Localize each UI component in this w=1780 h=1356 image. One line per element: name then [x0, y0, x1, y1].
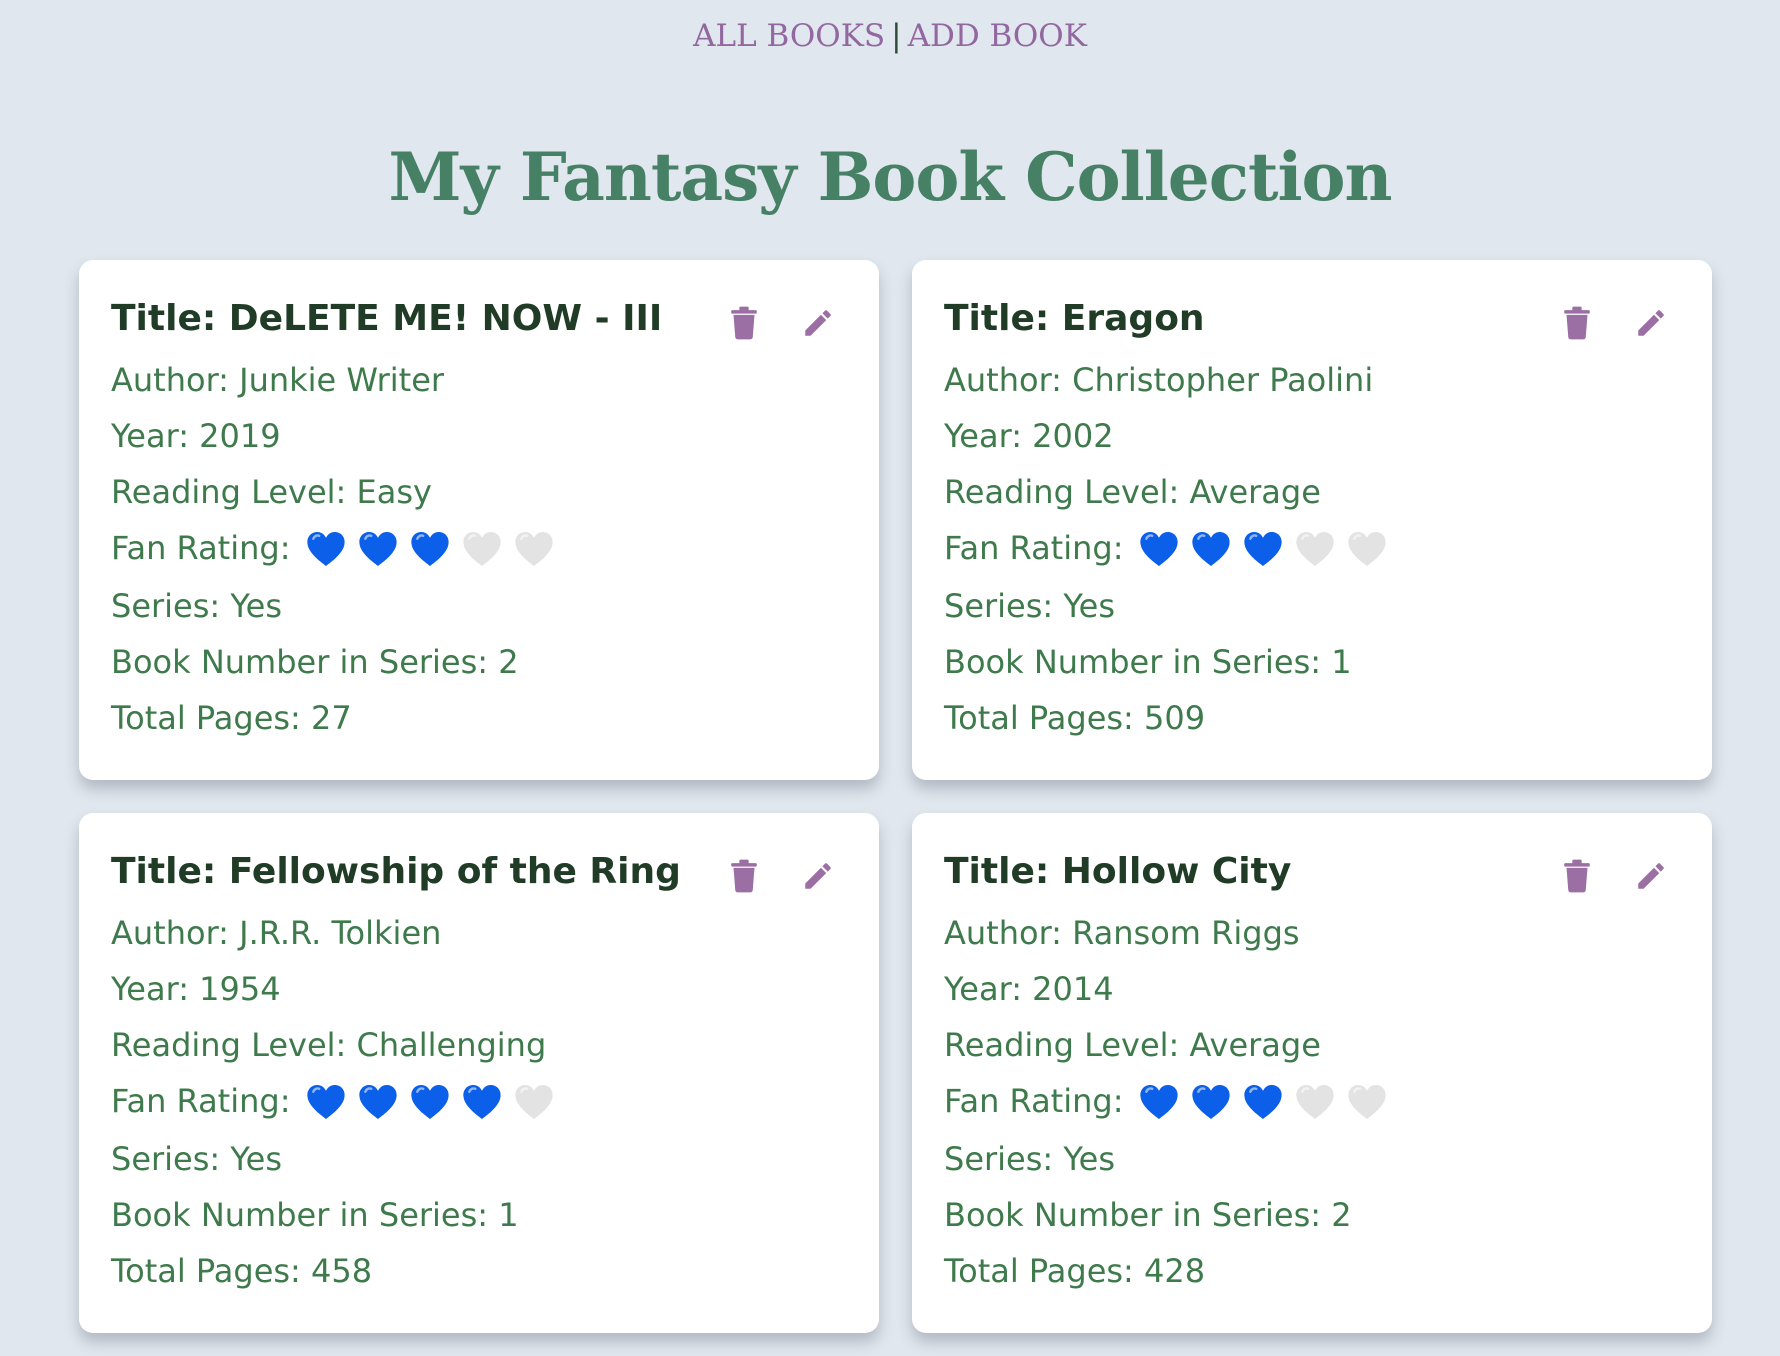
trash-icon — [731, 306, 757, 340]
book-reading-level: Reading Level: Average — [944, 1026, 1321, 1064]
blue-heart-icon — [307, 531, 345, 567]
fan-rating-label: Fan Rating: — [944, 1082, 1124, 1120]
card-actions — [1560, 857, 1668, 895]
add-book-link[interactable]: ADD BOOK — [908, 18, 1087, 54]
blue-heart-icon — [1192, 531, 1230, 567]
trash-icon — [1564, 859, 1590, 893]
blue-heart-icon — [1192, 1084, 1230, 1120]
delete-button[interactable] — [727, 857, 761, 895]
blue-heart-icon — [359, 1084, 397, 1120]
book-fan-rating: Fan Rating: — [111, 1073, 847, 1131]
top-nav: ALL BOOKS | ADD BOOK — [0, 18, 1780, 54]
book-author: Author: J.R.R. Tolkien — [111, 914, 442, 952]
delete-button[interactable] — [1560, 857, 1594, 895]
page-title: My Fantasy Book Collection — [388, 138, 1392, 216]
nav-separator: | — [891, 18, 902, 54]
book-year: Year: 2002 — [944, 417, 1114, 455]
book-card: Title: Fellowship of the Ring Author: J.… — [79, 813, 879, 1333]
fan-rating-label: Fan Rating: — [111, 529, 291, 567]
book-total-pages: Total Pages: 509 — [944, 699, 1206, 737]
book-total-pages: Total Pages: 458 — [111, 1252, 373, 1290]
delete-button[interactable] — [1560, 304, 1594, 342]
book-series: Series: Yes — [944, 1140, 1116, 1178]
blue-heart-icon — [1140, 1084, 1178, 1120]
book-reading-level: Reading Level: Easy — [111, 473, 432, 511]
book-number-in-series: Book Number in Series: 1 — [111, 1196, 519, 1234]
book-card: Title: Eragon Author: Christopher Paolin… — [912, 260, 1712, 780]
book-number-in-series: Book Number in Series: 1 — [944, 643, 1352, 681]
book-card: Title: Hollow City Author: Ransom Riggs … — [912, 813, 1712, 1333]
pencil-icon — [1638, 863, 1664, 889]
white-heart-icon — [1348, 1084, 1386, 1120]
edit-button[interactable] — [801, 304, 835, 342]
book-series: Series: Yes — [944, 587, 1116, 625]
book-number-in-series: Book Number in Series: 2 — [944, 1196, 1352, 1234]
book-grid: Title: DeLETE ME! NOW - III Author: Junk… — [79, 260, 1712, 1333]
book-series: Series: Yes — [111, 587, 283, 625]
pencil-icon — [805, 310, 831, 336]
white-heart-icon — [1296, 531, 1334, 567]
blue-heart-icon — [1244, 1084, 1282, 1120]
blue-heart-icon — [1244, 531, 1282, 567]
book-author: Author: Ransom Riggs — [944, 914, 1300, 952]
fan-rating-hearts — [1138, 1075, 1398, 1131]
book-year: Year: 2019 — [111, 417, 281, 455]
blue-heart-icon — [463, 1084, 501, 1120]
fan-rating-label: Fan Rating: — [944, 529, 1124, 567]
book-total-pages: Total Pages: 27 — [111, 699, 352, 737]
book-fan-rating: Fan Rating: — [944, 520, 1680, 578]
white-heart-icon — [515, 531, 553, 567]
fan-rating-hearts — [305, 1075, 565, 1131]
all-books-link[interactable]: ALL BOOKS — [693, 18, 885, 54]
book-author: Author: Junkie Writer — [111, 361, 445, 399]
fan-rating-hearts — [1138, 522, 1398, 578]
book-reading-level: Reading Level: Average — [944, 473, 1321, 511]
book-card: Title: DeLETE ME! NOW - III Author: Junk… — [79, 260, 879, 780]
book-year: Year: 2014 — [944, 970, 1114, 1008]
blue-heart-icon — [1140, 531, 1178, 567]
book-total-pages: Total Pages: 428 — [944, 1252, 1206, 1290]
book-number-in-series: Book Number in Series: 2 — [111, 643, 519, 681]
pencil-icon — [1638, 310, 1664, 336]
trash-icon — [731, 859, 757, 893]
pencil-icon — [805, 863, 831, 889]
edit-button[interactable] — [1634, 304, 1668, 342]
fan-rating-hearts — [305, 522, 565, 578]
book-fan-rating: Fan Rating: — [944, 1073, 1680, 1131]
blue-heart-icon — [411, 1084, 449, 1120]
book-author: Author: Christopher Paolini — [944, 361, 1374, 399]
blue-heart-icon — [307, 1084, 345, 1120]
white-heart-icon — [1296, 1084, 1334, 1120]
blue-heart-icon — [359, 531, 397, 567]
book-fan-rating: Fan Rating: — [111, 520, 847, 578]
fan-rating-label: Fan Rating: — [111, 1082, 291, 1120]
book-series: Series: Yes — [111, 1140, 283, 1178]
delete-button[interactable] — [727, 304, 761, 342]
white-heart-icon — [515, 1084, 553, 1120]
card-actions — [727, 857, 835, 895]
book-reading-level: Reading Level: Challenging — [111, 1026, 547, 1064]
edit-button[interactable] — [801, 857, 835, 895]
book-year: Year: 1954 — [111, 970, 281, 1008]
trash-icon — [1564, 306, 1590, 340]
blue-heart-icon — [411, 531, 449, 567]
white-heart-icon — [1348, 531, 1386, 567]
card-actions — [1560, 304, 1668, 342]
card-actions — [727, 304, 835, 342]
edit-button[interactable] — [1634, 857, 1668, 895]
white-heart-icon — [463, 531, 501, 567]
